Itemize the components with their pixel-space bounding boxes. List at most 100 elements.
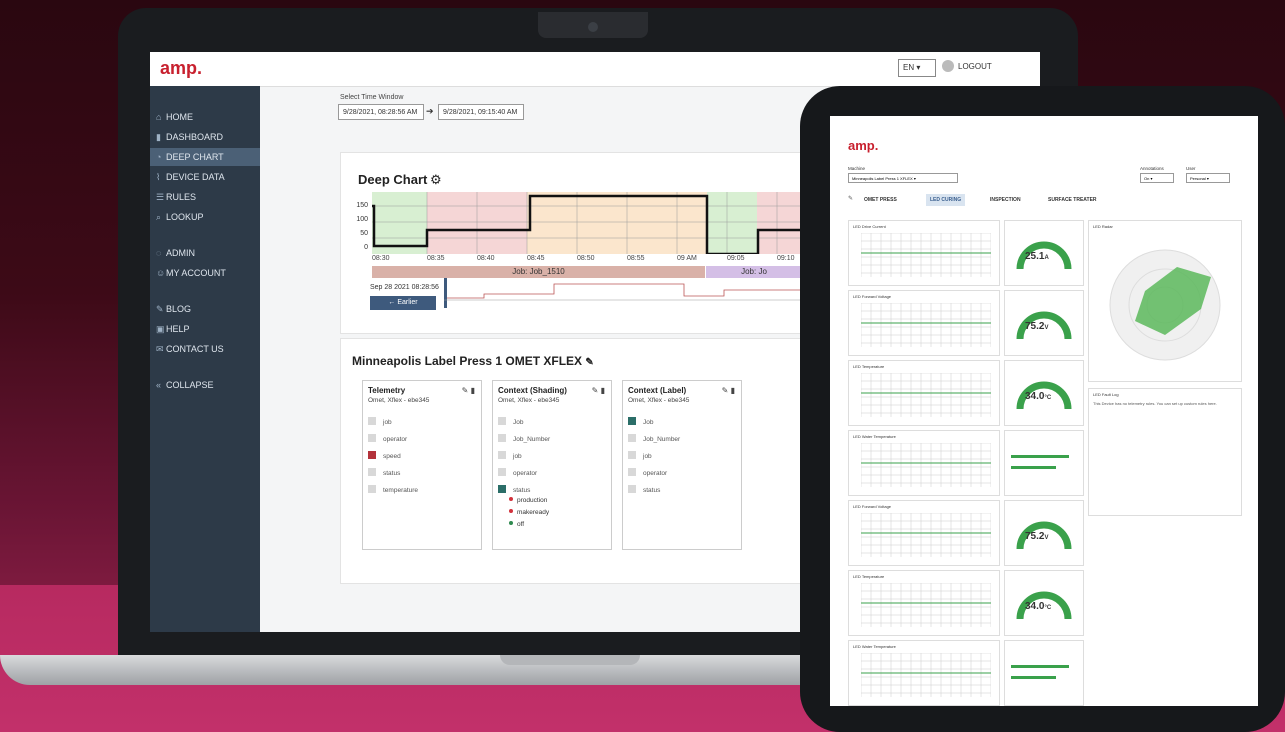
tablet-line-chart-card: LED Drive Current — [848, 220, 1000, 286]
shading-off — [527, 192, 707, 254]
edit-icon[interactable]: ✎ — [722, 386, 729, 395]
edit-icon[interactable]: ✎ — [462, 386, 469, 395]
user-select[interactable]: Personal ▾ — [1186, 173, 1230, 183]
user-icon — [942, 60, 954, 72]
card-title: LED Forward Voltage — [853, 294, 892, 299]
gauge-value: 34.0°C — [1025, 391, 1052, 402]
sidebar-item-blog[interactable]: ✎ BLOG — [150, 300, 260, 318]
machine-select[interactable]: Minneapolis Label Press 1 XFLEX ▾ — [848, 173, 958, 183]
help-icon: ▣ — [156, 324, 165, 334]
checkbox-job[interactable]: job — [498, 451, 522, 460]
sidebar-item-rules[interactable]: ☰ RULES — [150, 188, 260, 206]
device-title: Minneapolis Label Press 1 OMET XFLEX ✎ — [352, 354, 594, 368]
sidebar-item-dashboard[interactable]: ▮ DASHBOARD — [150, 128, 260, 146]
checkbox-status[interactable]: status — [498, 485, 530, 494]
time-window-start[interactable]: 9/28/2021, 08:28:56 AM — [338, 104, 424, 120]
app-header: amp. EN ▾ LOGOUT — [150, 52, 1040, 87]
sidebar-item-device-data[interactable]: ⌇ DEVICE DATA — [150, 168, 260, 186]
checkbox-temperature[interactable]: temperature — [368, 485, 418, 494]
x-tick: 09:10 — [777, 255, 795, 262]
checkbox-operator[interactable]: operator — [368, 434, 407, 443]
earlier-button[interactable]: ← Earlier — [370, 296, 436, 310]
tablet-gauge-card: 25.1A — [1004, 220, 1084, 286]
machine-label: Machine — [848, 166, 866, 171]
mini-line-chart[interactable] — [861, 583, 991, 627]
y-axis-ticks: 150 100 50 0 — [354, 198, 368, 254]
checkbox-job[interactable]: Job — [498, 417, 523, 426]
tablet-brand-logo[interactable]: amp. — [848, 138, 878, 153]
job-label-bar[interactable]: Job: Job_1510 — [372, 266, 705, 278]
card-subtitle: Omet, Xflex - ebe345 — [498, 397, 560, 404]
trash-icon[interactable]: ▮ — [731, 386, 735, 395]
search-icon: ⌕ — [156, 212, 162, 222]
sidebar-item-collapse[interactable]: « COLLAPSE — [150, 376, 260, 394]
brand-logo[interactable]: amp. — [160, 58, 202, 79]
legend-makeready: makeready — [509, 509, 549, 516]
time-window-end[interactable]: 9/28/2021, 09:15:40 AM — [438, 104, 524, 120]
home-icon: ⌂ — [156, 112, 162, 122]
y-tick: 100 — [356, 216, 368, 223]
checkbox-job-number[interactable]: Job_Number — [628, 434, 680, 443]
mail-icon: ✉ — [156, 344, 164, 354]
gauge-value: 25.1A — [1025, 251, 1049, 262]
range-handle[interactable] — [444, 278, 447, 308]
telemetry-card: Telemetry ✎ ▮ Omet, Xflex - ebe345 job o… — [362, 380, 482, 550]
tablet-screen: amp. Machine Minneapolis Label Press 1 X… — [830, 116, 1258, 706]
gear-icon[interactable]: ⚙ — [430, 172, 442, 188]
tablet-line-chart-card: LED Forward Voltage — [848, 290, 1000, 356]
tablet-gauge-card — [1004, 430, 1084, 496]
sidebar-item-lookup[interactable]: ⌕ LOOKUP — [150, 208, 260, 226]
job-label-bar[interactable]: Job: Jo — [706, 266, 802, 278]
sidebar-item-deep-chart[interactable]: ◔ DEEP CHART — [150, 148, 260, 166]
sidebar-item-help[interactable]: ▣HELP — [150, 320, 260, 338]
sidebar-item-home[interactable]: ⌂ HOME — [150, 108, 260, 126]
mini-line-chart[interactable] — [861, 443, 991, 487]
legend-production: production — [509, 497, 547, 504]
tab-surface-treater[interactable]: SURFACE TREATER — [1044, 194, 1101, 206]
edit-icon: ✎ — [156, 304, 164, 314]
sidebar-item-admin[interactable]: ◌ ADMIN — [150, 244, 260, 262]
checkbox-status[interactable]: status — [628, 485, 660, 494]
range-navigator[interactable] — [444, 278, 802, 308]
edit-icon[interactable]: ✎ — [848, 195, 853, 202]
mini-line-chart[interactable] — [861, 513, 991, 557]
sidebar-item-label: RULES — [166, 192, 197, 202]
radar-chart[interactable] — [1105, 237, 1225, 372]
trash-icon[interactable]: ▮ — [471, 386, 475, 395]
sidebar-item-label: HELP — [166, 324, 190, 334]
trash-icon[interactable]: ▮ — [601, 386, 605, 395]
checkbox-job[interactable]: Job — [628, 417, 653, 426]
arrow-right-icon: ➔ — [426, 106, 434, 116]
mini-line-chart[interactable] — [861, 233, 991, 277]
logout-button[interactable]: LOGOUT — [958, 62, 992, 71]
legend-off: off — [509, 521, 524, 528]
sidebar: ⌂ HOME ▮ DASHBOARD ◔ DEEP CHART ⌇ DEVICE DAT… — [150, 86, 260, 632]
checkbox-speed[interactable]: speed — [368, 451, 401, 460]
deep-chart-plot[interactable] — [372, 192, 802, 254]
sidebar-item-my-account[interactable]: ☺MY ACCOUNT — [150, 264, 260, 282]
checkbox-operator[interactable]: operator — [628, 468, 667, 477]
mini-line-chart[interactable] — [861, 373, 991, 417]
checkbox-job[interactable]: job — [368, 417, 392, 426]
checkbox-job[interactable]: job — [628, 451, 652, 460]
context-shading-card: Context (Shading) ✎ ▮ Omet, Xflex - ebe3… — [492, 380, 612, 550]
annotations-select[interactable]: On ▾ — [1140, 173, 1174, 183]
tab-omet-press[interactable]: OMET PRESS — [860, 194, 901, 206]
x-axis-ticks: 08:30 08:35 08:40 08:45 08:50 08:55 09 A… — [372, 255, 802, 265]
user-icon: ☺ — [156, 268, 166, 278]
tab-inspection[interactable]: INSPECTION — [986, 194, 1025, 206]
shading-makeready — [757, 192, 802, 254]
sidebar-item-contact-us[interactable]: ✉ CONTACT US — [150, 340, 260, 358]
checkbox-job-number[interactable]: Job_Number — [498, 434, 550, 443]
sidebar-item-label: COLLAPSE — [166, 380, 214, 390]
checkbox-operator[interactable]: operator — [498, 468, 537, 477]
tab-led-curing[interactable]: LED CURING — [926, 194, 966, 206]
card-title: LED Water Temperature — [853, 434, 896, 439]
language-select[interactable]: EN ▾ — [898, 59, 936, 77]
edit-icon[interactable]: ✎ — [585, 357, 593, 368]
mini-line-chart[interactable] — [861, 653, 991, 697]
checkbox-status[interactable]: status — [368, 468, 400, 477]
card-title: LED Drive Current — [853, 224, 886, 229]
edit-icon[interactable]: ✎ — [592, 386, 599, 395]
mini-line-chart[interactable] — [861, 303, 991, 347]
